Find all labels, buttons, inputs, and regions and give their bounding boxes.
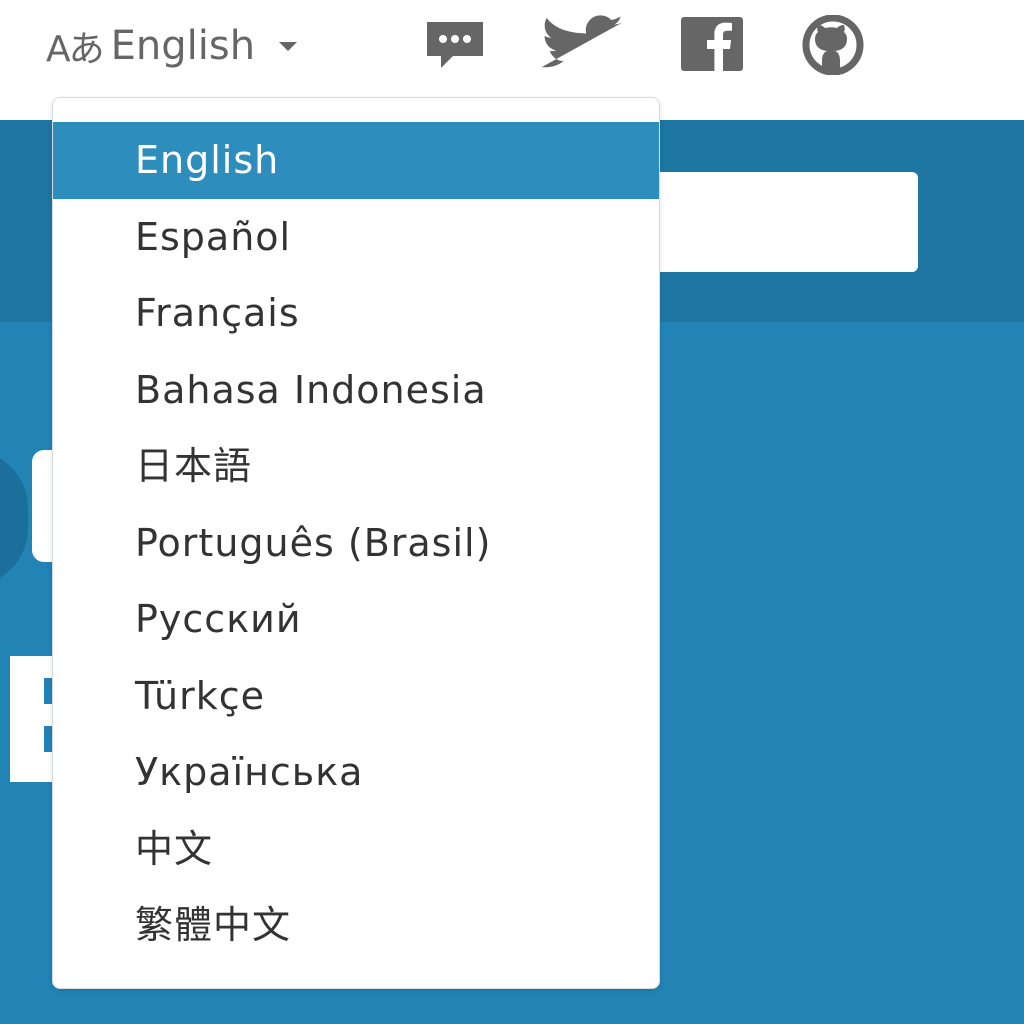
menu-item-japanese[interactable]: 日本語 bbox=[53, 428, 659, 505]
chevron-down-icon bbox=[279, 41, 298, 51]
facebook-icon[interactable] bbox=[678, 14, 746, 74]
menu-item-english[interactable]: English bbox=[53, 122, 659, 199]
menu-item-portugues-brasil[interactable]: Português (Brasil) bbox=[53, 505, 659, 582]
menu-item-ukrainian[interactable]: Українська bbox=[53, 734, 659, 811]
card-mark bbox=[44, 678, 52, 704]
language-selector[interactable]: Aあ English bbox=[46, 18, 298, 74]
twitter-icon[interactable] bbox=[538, 14, 624, 74]
menu-item-francais[interactable]: Français bbox=[53, 275, 659, 352]
content-card-partial bbox=[32, 450, 54, 562]
menu-item-bahasa-indonesia[interactable]: Bahasa Indonesia bbox=[53, 352, 659, 429]
menu-item-chinese-traditional[interactable]: 繁體中文 bbox=[53, 887, 659, 964]
github-icon[interactable] bbox=[798, 14, 868, 76]
current-language-label: English bbox=[110, 23, 256, 69]
language-list: English Español Français Bahasa Indonesi… bbox=[53, 122, 659, 964]
content-card-partial bbox=[10, 656, 54, 782]
menu-item-turkce[interactable]: Türkçe bbox=[53, 658, 659, 735]
logo-partial bbox=[0, 450, 28, 586]
chat-icon[interactable] bbox=[420, 14, 490, 74]
menu-item-russian[interactable]: Русский bbox=[53, 581, 659, 658]
menu-item-espanol[interactable]: Español bbox=[53, 199, 659, 276]
card-mark bbox=[44, 726, 52, 752]
menu-item-chinese-simplified[interactable]: 中文 bbox=[53, 811, 659, 888]
language-dropdown-menu: English Español Français Bahasa Indonesi… bbox=[52, 97, 660, 989]
translate-icon: Aあ bbox=[46, 29, 105, 70]
